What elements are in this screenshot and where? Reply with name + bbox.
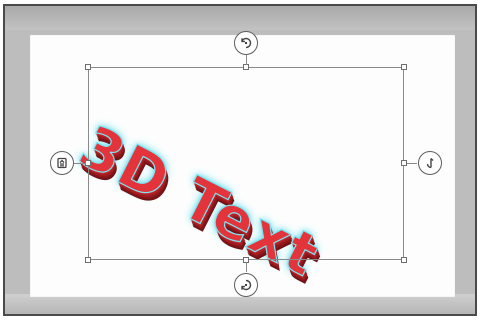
rotate-x-glyph [241,37,252,49]
rotate-x-icon[interactable] [234,31,258,55]
selection-box[interactable] [88,67,404,260]
connector-bottom [246,263,247,272]
rotate-x-reverse-glyph [241,279,252,291]
resize-handle-bottom-right[interactable] [401,257,407,263]
connector-top [246,55,247,65]
connector-right [407,163,417,164]
connector-left [74,163,86,164]
resize-handle-top-left[interactable] [85,64,91,70]
rotate-z-icon[interactable] [50,151,74,175]
frame-bottom-band [5,294,475,314]
resize-handle-top-right[interactable] [401,64,407,70]
frame-top-band [5,6,475,30]
rotate-x-reverse-icon[interactable] [234,273,258,297]
rotate-y-icon[interactable] [418,151,442,175]
rotate-y-glyph [426,158,434,169]
rotate-z-glyph [57,157,67,169]
resize-handle-bottom-left[interactable] [85,257,91,263]
